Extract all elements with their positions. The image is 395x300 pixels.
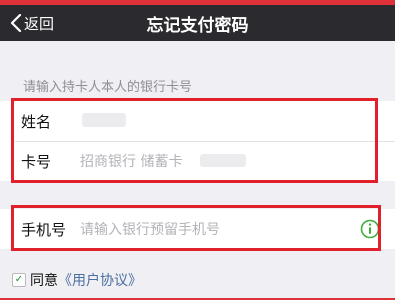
navigation-bar: 返回 忘记支付密码 [0, 5, 395, 41]
highlight-box-card-info [11, 98, 378, 183]
page-title: 忘记支付密码 [146, 15, 249, 36]
highlight-box-phone [11, 205, 381, 251]
agreement-row[interactable]: ✓ 同意 《用户协议》 [12, 270, 142, 290]
card-hint-text: 请输入持卡人本人的银行卡号 [23, 80, 193, 95]
user-agreement-link[interactable]: 《用户协议》 [58, 270, 142, 290]
agree-text: 同意 [30, 273, 58, 289]
agree-checkbox[interactable]: ✓ [12, 273, 26, 287]
